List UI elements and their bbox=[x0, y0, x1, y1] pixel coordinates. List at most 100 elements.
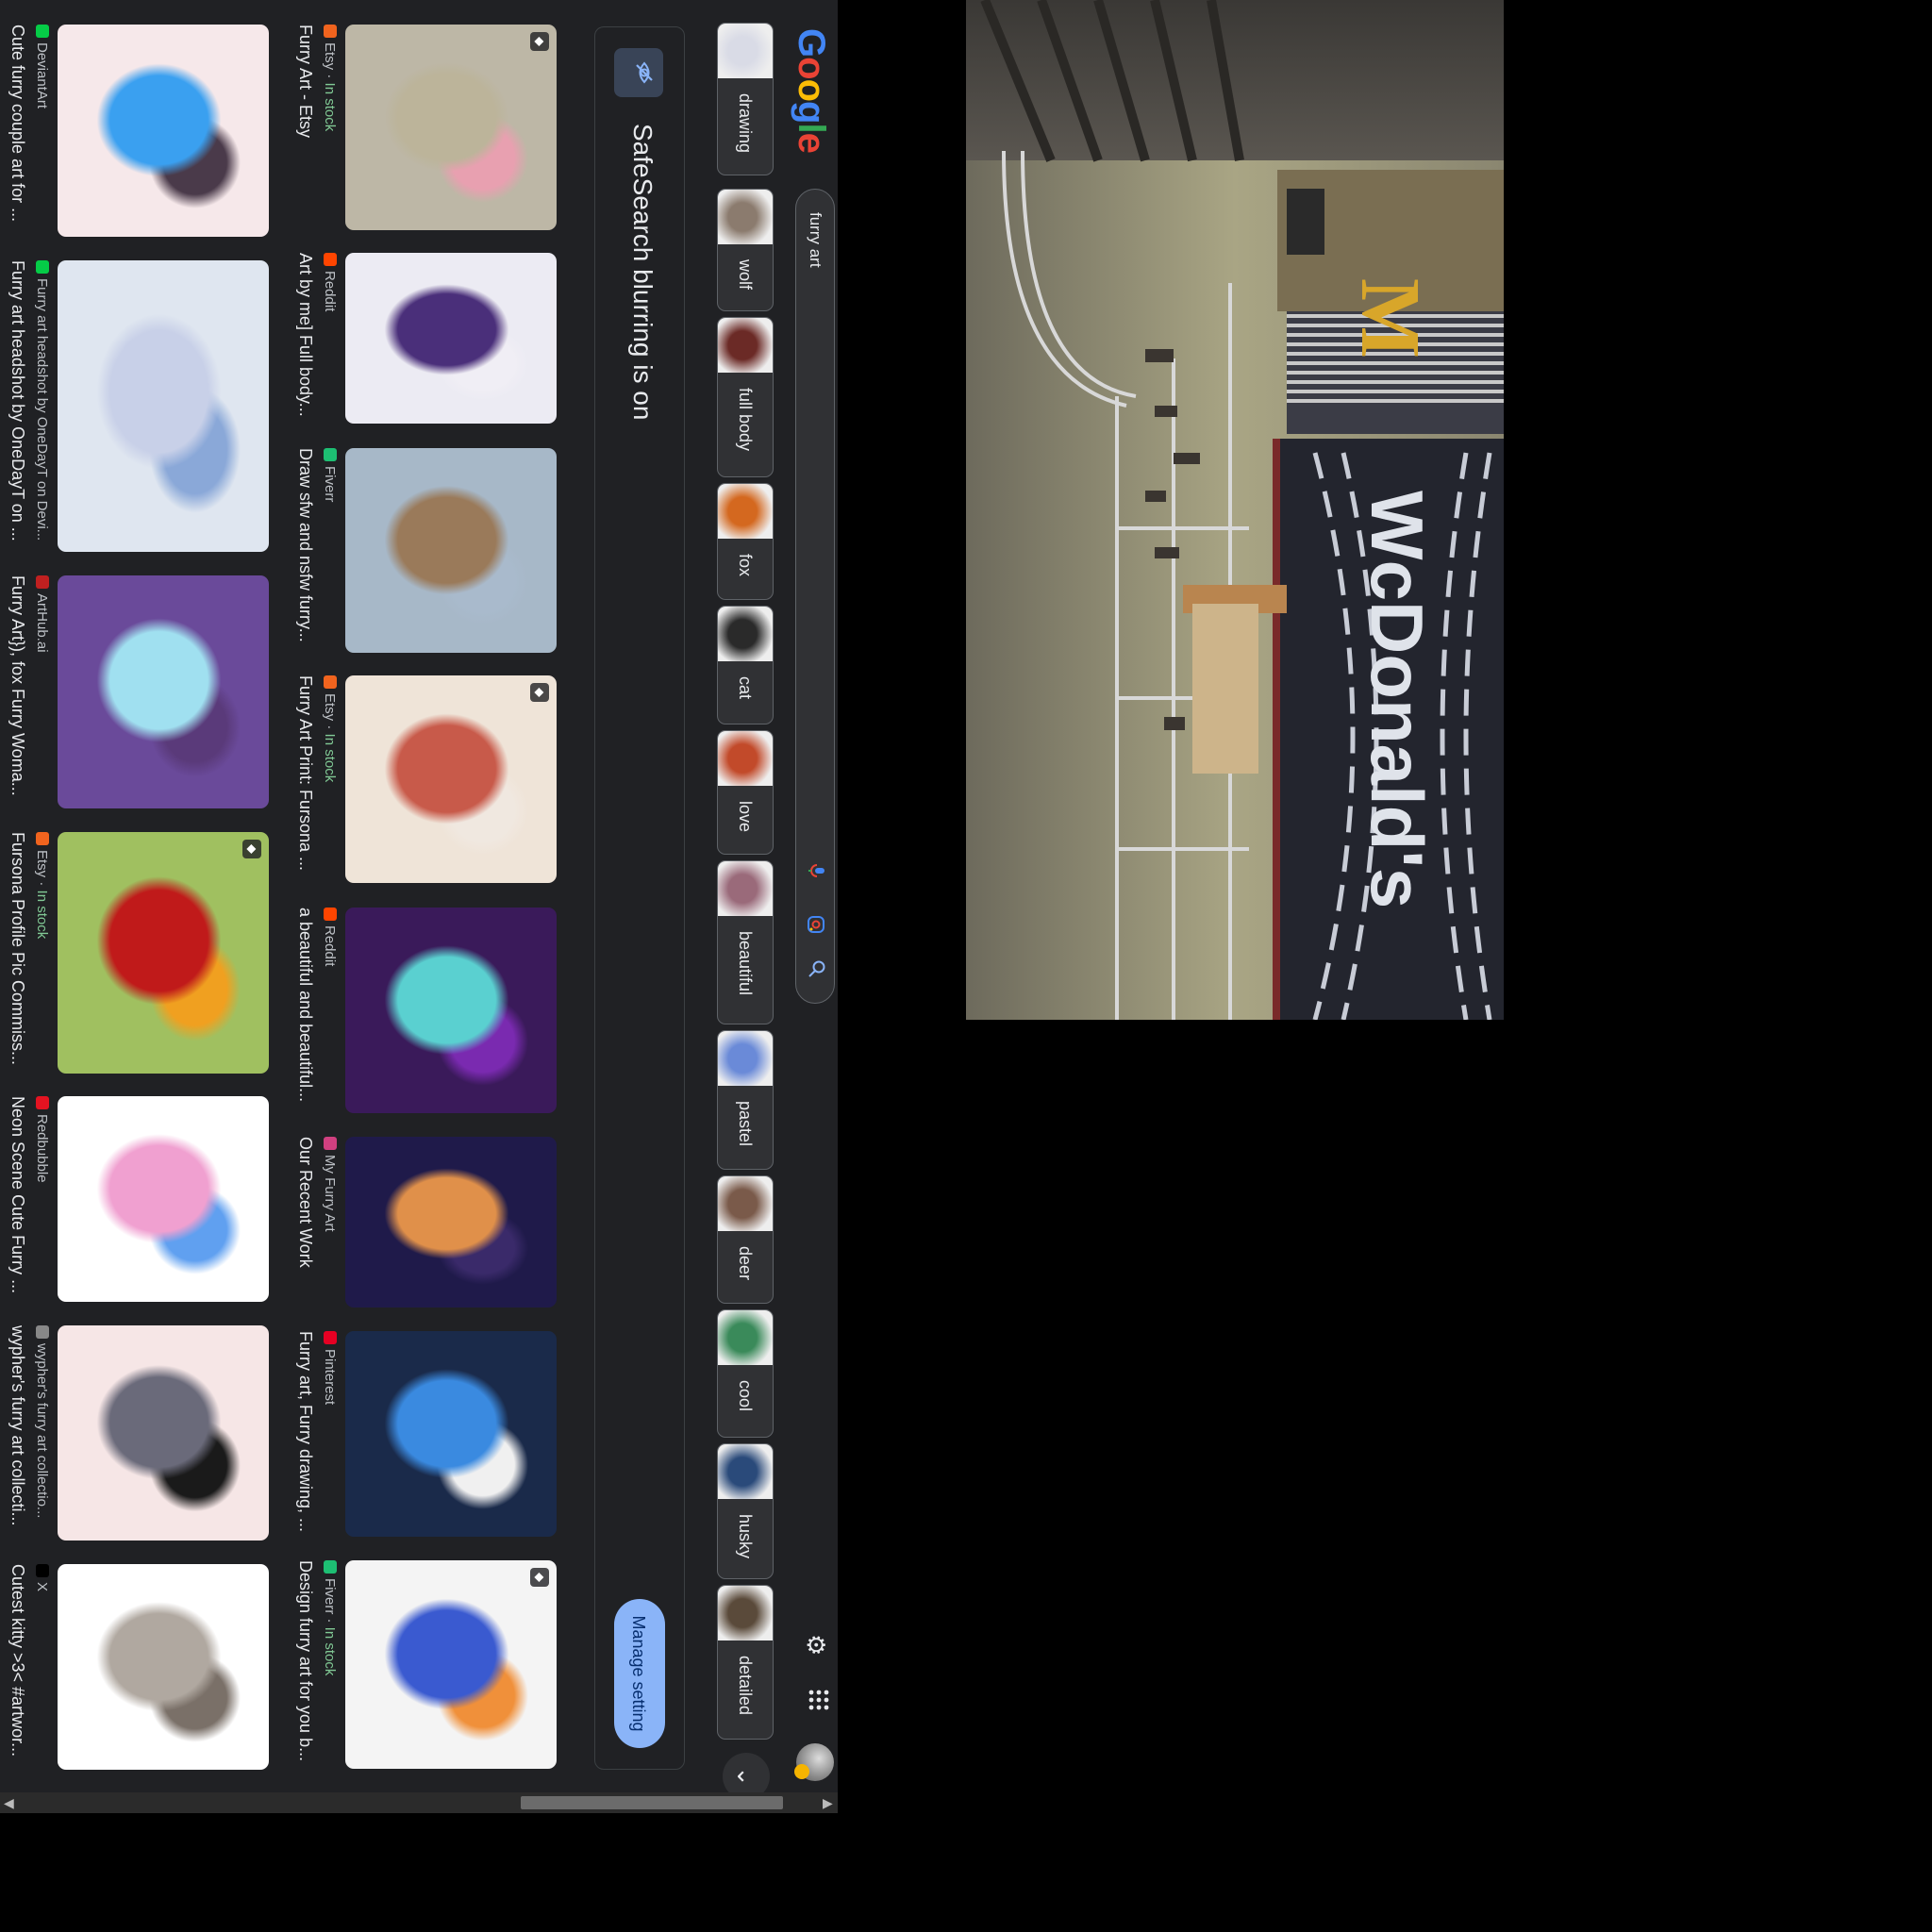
chip-full-body[interactable]: full body bbox=[717, 317, 774, 477]
image-result-card[interactable]: Redbubble Neon Scene Cute Furry ... bbox=[0, 1096, 269, 1302]
chip-cat[interactable]: cat bbox=[717, 606, 774, 724]
result-thumbnail[interactable] bbox=[58, 1325, 269, 1541]
result-thumbnail[interactable] bbox=[58, 1096, 269, 1302]
search-query[interactable]: furry art bbox=[806, 212, 824, 268]
result-title[interactable]: Furry Art}), fox Furry Woma... bbox=[8, 575, 27, 808]
image-result-card[interactable]: Pinterest Furry art, Furry drawing, ... bbox=[279, 1331, 557, 1537]
result-source[interactable]: Fiverr · In stock bbox=[322, 1560, 338, 1769]
image-result-card[interactable]: ◆ Etsy · In stock Furry Art Print: Fursona… bbox=[279, 675, 557, 883]
chip-wolf[interactable]: wolf bbox=[717, 189, 774, 311]
result-source[interactable]: Reddit bbox=[322, 908, 338, 1113]
result-thumbnail[interactable] bbox=[345, 25, 557, 230]
result-title[interactable]: Furry art, Furry drawing, ... bbox=[295, 1331, 315, 1537]
chip-fox[interactable]: fox bbox=[717, 483, 774, 600]
result-title[interactable]: Art by me] Full body... bbox=[295, 253, 315, 424]
source-name: Etsy bbox=[322, 42, 338, 71]
image-result-card[interactable]: Fiverr Draw sfw and nsfw furry... bbox=[279, 448, 557, 653]
result-thumbnail[interactable] bbox=[345, 448, 557, 653]
result-title[interactable]: Fursona Profile Pic Commiss... bbox=[8, 832, 27, 1074]
result-title[interactable]: Furry art headshot by OneDayT on ... bbox=[8, 260, 27, 552]
chip-husky[interactable]: husky bbox=[717, 1443, 774, 1579]
result-thumbnail[interactable] bbox=[345, 1331, 557, 1537]
result-title[interactable]: Our Recent Work bbox=[295, 1137, 315, 1307]
rotated-google-images-page: Google furry art ⚙ drawing wolf full bod… bbox=[0, 0, 838, 1813]
chip-thumbnail bbox=[718, 607, 773, 661]
horizontal-scrollbar[interactable]: ◀ ▶ bbox=[0, 1792, 838, 1813]
result-title[interactable]: Cute furry couple art for ... bbox=[8, 25, 27, 237]
scrollbar-thumb[interactable] bbox=[521, 1796, 783, 1809]
scroll-left-arrow-icon[interactable]: ◀ bbox=[4, 1795, 14, 1811]
result-title[interactable]: Cutest kitty >3< #artwor... bbox=[8, 1564, 27, 1770]
result-source[interactable]: DeviantArt bbox=[34, 25, 50, 237]
image-result-card[interactable]: Reddit a beautiful and beautiful... bbox=[279, 908, 557, 1113]
result-title[interactable]: a beautiful and beautiful... bbox=[295, 908, 315, 1113]
site-favicon-icon bbox=[324, 1331, 337, 1344]
result-source[interactable]: Redbubble bbox=[34, 1096, 50, 1302]
settings-gear-icon[interactable]: ⚙ bbox=[801, 1634, 830, 1656]
chip-detailed[interactable]: detailed bbox=[717, 1585, 774, 1740]
result-source[interactable]: wypher's furry art collectio... bbox=[34, 1325, 50, 1541]
chip-cool[interactable]: cool bbox=[717, 1309, 774, 1438]
browser-viewport: Google furry art ⚙ drawing wolf full bod… bbox=[0, 0, 838, 1813]
chip-drawing[interactable]: drawing bbox=[717, 23, 774, 175]
scroll-right-arrow-icon[interactable]: ▶ bbox=[823, 1795, 833, 1811]
result-thumbnail[interactable] bbox=[58, 575, 269, 808]
result-source[interactable]: My Furry Art bbox=[322, 1137, 338, 1307]
result-title[interactable]: Draw sfw and nsfw furry... bbox=[295, 448, 315, 653]
google-logo[interactable]: Google bbox=[790, 28, 832, 153]
chip-label: full body bbox=[736, 388, 756, 452]
chip-thumbnail bbox=[718, 731, 773, 786]
image-result-card[interactable]: X Cutest kitty >3< #artwor... bbox=[0, 1564, 269, 1770]
result-thumbnail[interactable] bbox=[58, 1564, 269, 1770]
result-title[interactable]: Furry Art Print: Fursona ... bbox=[295, 675, 315, 883]
result-thumbnail[interactable] bbox=[345, 1137, 557, 1307]
result-title[interactable]: Furry Art - Etsy bbox=[295, 25, 315, 230]
chip-beautiful[interactable]: beautiful bbox=[717, 860, 774, 1024]
chip-deer[interactable]: deer bbox=[717, 1175, 774, 1304]
chip-pastel[interactable]: pastel bbox=[717, 1030, 774, 1170]
result-source[interactable]: Furry art headshot by OneDayT on Devi... bbox=[34, 260, 50, 552]
result-thumbnail[interactable] bbox=[58, 832, 269, 1074]
result-title[interactable]: wypher's furry art collecti... bbox=[8, 1325, 27, 1541]
image-result-card[interactable]: Furry art headshot by OneDayT on Devi...… bbox=[0, 260, 269, 552]
result-source[interactable]: ArtHub.ai bbox=[34, 575, 50, 808]
search-box[interactable]: furry art bbox=[795, 189, 835, 1004]
separator-dot: · bbox=[322, 721, 338, 734]
result-source[interactable]: X bbox=[34, 1564, 50, 1770]
image-result-card[interactable]: wypher's furry art collectio... wypher's … bbox=[0, 1325, 269, 1541]
stock-status: In stock bbox=[34, 890, 50, 940]
image-result-card[interactable]: DeviantArt Cute furry couple art for ... bbox=[0, 25, 269, 237]
result-thumbnail[interactable] bbox=[58, 25, 269, 237]
manage-setting-button[interactable]: Manage setting bbox=[614, 1599, 665, 1748]
result-source[interactable]: Pinterest bbox=[322, 1331, 338, 1537]
search-icon[interactable] bbox=[802, 959, 826, 978]
result-thumbnail[interactable] bbox=[58, 260, 269, 552]
result-thumbnail[interactable] bbox=[345, 253, 557, 424]
result-source[interactable]: Etsy · In stock bbox=[34, 832, 50, 1074]
site-favicon-icon bbox=[324, 908, 337, 921]
chip-label: cat bbox=[736, 676, 756, 700]
result-thumbnail[interactable] bbox=[345, 1560, 557, 1769]
image-result-card[interactable]: ◆ Etsy · In stock Fursona Profile Pic Comm… bbox=[0, 832, 269, 1074]
result-source[interactable]: Etsy · In stock bbox=[322, 675, 338, 883]
result-thumbnail[interactable] bbox=[345, 675, 557, 883]
chip-thumbnail bbox=[718, 1444, 773, 1499]
result-source[interactable]: Etsy · In stock bbox=[322, 25, 338, 230]
image-result-card[interactable]: ArtHub.ai Furry Art}), fox Furry Woma... bbox=[0, 575, 269, 808]
image-result-card[interactable]: Reddit Art by me] Full body... bbox=[279, 253, 557, 424]
logo-letter: l bbox=[791, 123, 832, 133]
apps-grid-icon[interactable] bbox=[801, 1689, 830, 1711]
chip-love[interactable]: love bbox=[717, 730, 774, 855]
result-source[interactable]: Reddit bbox=[322, 253, 338, 424]
image-result-card[interactable]: My Furry Art Our Recent Work bbox=[279, 1137, 557, 1307]
result-title[interactable]: Design furry art for you b... bbox=[295, 1560, 315, 1769]
safesearch-message: SafeSearch blurring is on bbox=[628, 124, 658, 421]
result-thumbnail[interactable] bbox=[345, 908, 557, 1113]
image-result-card[interactable]: ◆ Fiverr · In stock Design furry art for y… bbox=[279, 1560, 557, 1769]
eye-off-icon bbox=[614, 48, 663, 97]
lens-icon[interactable] bbox=[800, 914, 826, 935]
image-result-card[interactable]: ◆ Etsy · In stock Furry Art - Etsy bbox=[279, 25, 557, 230]
result-source[interactable]: Fiverr bbox=[322, 448, 338, 653]
microphone-icon[interactable] bbox=[802, 861, 826, 880]
result-title[interactable]: Neon Scene Cute Furry ... bbox=[8, 1096, 27, 1302]
